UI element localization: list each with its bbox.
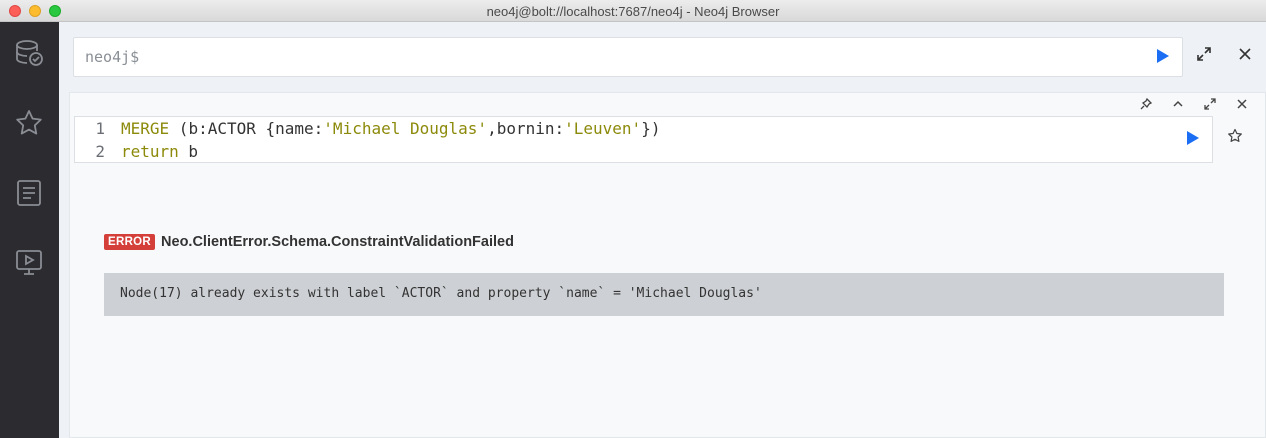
editor-input[interactable]: neo4j$ [73, 37, 1183, 77]
main-area: neo4j$ 1 MERGE (b:ACTOR {name:'Michael Do… [59, 22, 1266, 438]
code-text: (b:ACTOR {name: [169, 119, 324, 138]
result-frame: 1 MERGE (b:ACTOR {name:'Michael Douglas',… [69, 92, 1266, 438]
fullscreen-icon[interactable] [1203, 97, 1217, 111]
code-line-1: 1 MERGE (b:ACTOR {name:'Michael Douglas',… [75, 118, 660, 140]
code-string: 'Leuven' [564, 119, 642, 138]
code-keyword: MERGE [121, 119, 170, 138]
monitor-play-icon[interactable] [14, 247, 44, 277]
close-frame-icon[interactable] [1235, 97, 1249, 111]
run-query-icon[interactable] [1156, 48, 1170, 64]
code-text: b [178, 142, 199, 161]
code-string: 'Michael Douglas' [323, 119, 488, 138]
code-text: ,bornin: [487, 119, 565, 138]
line-number: 1 [95, 119, 105, 138]
chevron-up-icon[interactable] [1171, 97, 1185, 111]
close-editor-icon[interactable] [1237, 46, 1253, 62]
editor-prompt: neo4j$ [85, 48, 140, 66]
line-number: 2 [95, 142, 105, 161]
error-message: Node(17) already exists with label `ACTO… [104, 273, 1224, 316]
database-icon[interactable] [14, 38, 44, 68]
favorite-star-icon[interactable] [1227, 128, 1243, 144]
code-line-2: 2 return b [75, 141, 198, 163]
error-header: ERROR Neo.ClientError.Schema.ConstraintV… [104, 232, 514, 252]
code-keyword: return [121, 142, 179, 161]
query-code-editor[interactable]: 1 MERGE (b:ACTOR {name:'Michael Douglas',… [74, 116, 1213, 163]
window-titlebar: neo4j@bolt://localhost:7687/neo4j - Neo4… [0, 0, 1266, 22]
window-title: neo4j@bolt://localhost:7687/neo4j - Neo4… [486, 4, 780, 19]
expand-editor-icon[interactable] [1196, 46, 1212, 62]
error-badge: ERROR [104, 234, 156, 250]
document-icon[interactable] [14, 178, 44, 208]
rerun-query-icon[interactable] [1186, 130, 1200, 146]
sidebar [0, 22, 59, 438]
error-code: Neo.ClientError.Schema.ConstraintValidat… [161, 234, 514, 250]
pin-icon[interactable] [1139, 97, 1153, 111]
code-text: }) [641, 119, 661, 138]
star-icon[interactable] [14, 108, 44, 138]
